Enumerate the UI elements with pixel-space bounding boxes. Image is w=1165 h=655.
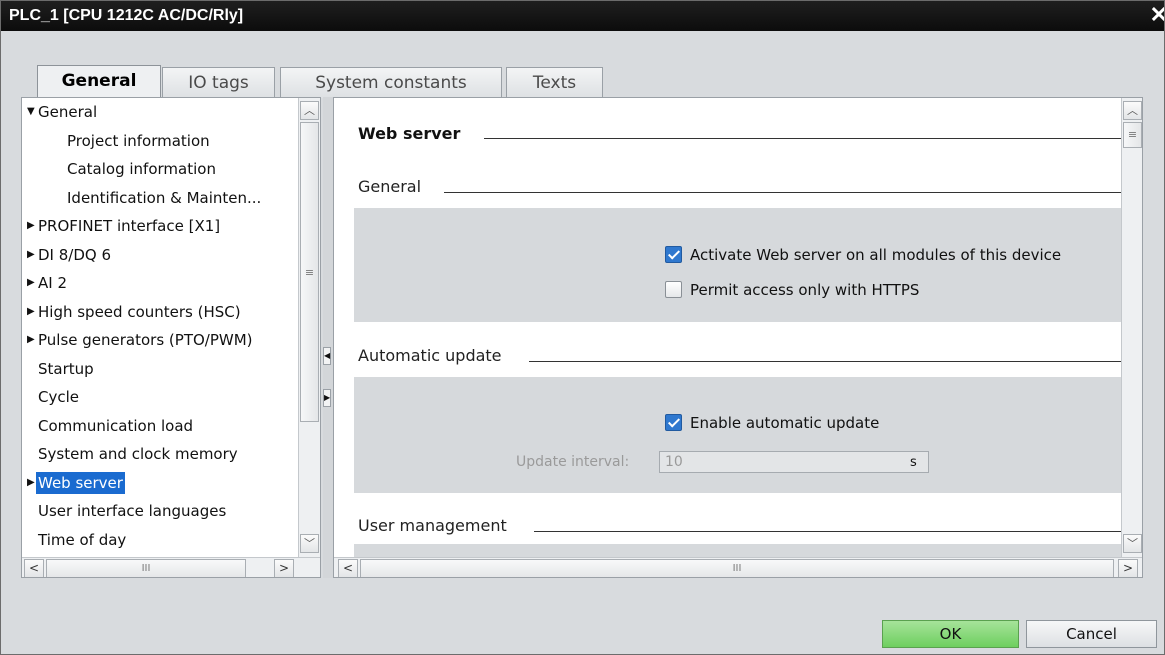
content-horizontal-scrollbar[interactable]: < III > [334,557,1142,577]
user-management-heading: User management [358,516,515,535]
content-scroll-up-icon[interactable]: ︿ [1123,101,1142,120]
ok-button[interactable]: OK [882,620,1019,648]
title-bar: PLC_1 [CPU 1212C AC/DC/Rly] ✕ [1,1,1164,31]
settings-content: Web server General Activate Web server o… [334,98,1121,557]
expand-right-icon[interactable]: ▶ [27,213,35,239]
expand-right-icon[interactable]: ▶ [27,470,35,496]
nav-item-label: Startup [38,359,94,378]
nav-item-label: Web server [36,471,125,494]
cancel-button[interactable]: Cancel [1026,620,1157,648]
expand-right-icon[interactable]: ▶ [27,327,35,353]
nav-item-label: Project information [67,131,210,150]
section-divider [484,138,1121,139]
content-vertical-scrollbar[interactable]: ︿ ≡ ﹀ [1121,98,1142,557]
nav-item-label: System and clock memory [38,445,238,463]
https-only-label: Permit access only with HTTPS [690,281,920,299]
scroll-up-icon[interactable]: ︿ [300,101,319,120]
expand-right-icon[interactable]: ▶ [27,242,35,268]
nav-vertical-scrollbar[interactable]: ︿ ≡ ﹀ [298,98,320,557]
content-hscroll-thumb[interactable]: III [360,559,1114,577]
user-management-divider [534,531,1121,532]
activate-web-server-label: Activate Web server on all modules of th… [690,246,1062,264]
expand-down-icon[interactable]: ▼ [27,99,35,125]
tab-general[interactable]: General [37,65,161,99]
nav-item-label: Cycle [38,388,79,406]
https-only-checkbox[interactable] [665,281,682,298]
nav-item-label: AI 2 [38,274,67,292]
expand-right-icon[interactable]: ▶ [27,270,35,296]
nav-item-label: Identification & Mainten... [67,188,262,207]
general-heading: General [358,177,430,196]
content-scroll-down-icon[interactable]: ﹀ [1123,534,1142,553]
update-interval-label: Update interval: [516,454,630,470]
content-pane: Web server General Activate Web server o… [333,97,1143,578]
nav-item-label: DI 8/DQ 6 [38,245,112,264]
nav-item-label: High speed counters (HSC) [38,302,241,321]
hscroll-thumb[interactable]: III [46,559,246,577]
nav-horizontal-scrollbar[interactable]: < III > [22,557,320,577]
scroll-down-icon[interactable]: ﹀ [300,534,319,553]
nav-item-label: General [38,103,98,121]
tab-io-tags[interactable]: IO tags [162,67,275,98]
nav-item-label: Communication load [38,416,194,435]
nav-item-label: Time of day [38,530,127,549]
automatic-update-group [354,377,1121,493]
nav-item-label: PROFINET interface [X1] [38,217,221,235]
activate-web-server-checkbox[interactable] [665,246,682,263]
nav-item-label: Pulse generators (PTO/PWM) [38,331,253,349]
expand-right-icon[interactable]: ▶ [27,299,35,325]
close-icon[interactable]: ✕ [1150,4,1164,26]
section-title: Web server [358,124,469,143]
content-scroll-left-icon[interactable]: < [338,559,358,577]
properties-dialog: PLC_1 [CPU 1212C AC/DC/Rly] ✕ General IO… [0,0,1165,655]
user-management-group [354,544,1121,557]
update-interval-input[interactable]: 10 [659,451,929,473]
nav-item-label: Catalog information [67,160,216,178]
nav-item-label: User interface languages [38,502,227,520]
collapse-left-icon[interactable]: ◀ [323,347,331,365]
scroll-right-icon[interactable]: > [274,559,294,577]
navigation-pane: ▼ General Project information Catalog infor… [21,97,321,578]
content-scroll-thumb[interactable]: ≡ [1123,122,1142,148]
general-divider [444,192,1121,193]
window-title: PLC_1 [CPU 1212C AC/DC/Rly] [9,7,244,24]
enable-automatic-update-label: Enable automatic update [690,414,880,432]
enable-automatic-update-checkbox[interactable] [665,414,682,431]
tab-system-constants[interactable]: System constants [280,67,502,98]
automatic-update-divider [529,361,1121,362]
dialog-body: General IO tags System constants Texts ▼… [7,41,1158,598]
tab-texts[interactable]: Texts [506,67,603,98]
general-group [354,208,1121,322]
collapse-right-icon[interactable]: ▶ [323,389,331,407]
pane-splitter[interactable]: ◀ ▶ [323,97,333,578]
scroll-thumb[interactable]: ≡ [300,122,319,422]
update-interval-unit: s [910,455,917,470]
scroll-left-icon[interactable]: < [24,559,44,577]
content-scroll-right-icon[interactable]: > [1118,559,1138,577]
automatic-update-heading: Automatic update [358,346,510,365]
